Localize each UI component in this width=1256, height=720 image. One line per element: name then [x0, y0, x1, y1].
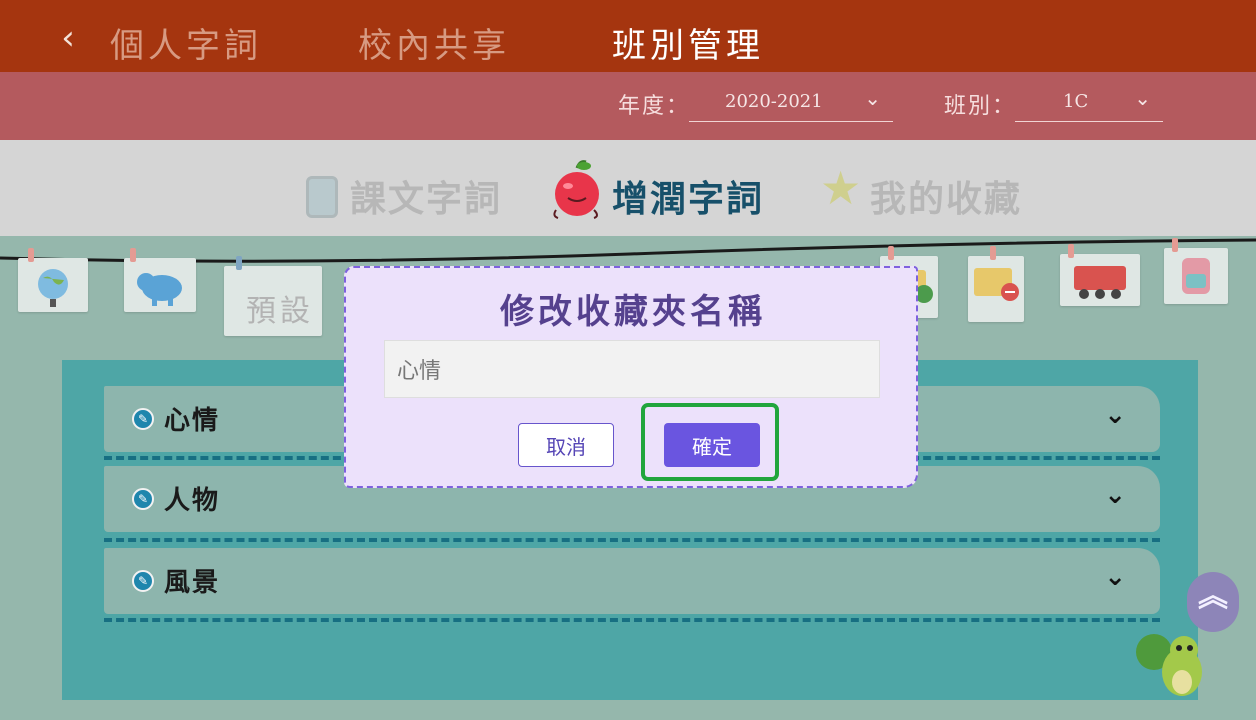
divider: [104, 618, 1160, 622]
category-band: 課文字詞 增潤字詞 ★ 我的收藏: [0, 140, 1256, 236]
backpack-card[interactable]: [1164, 238, 1228, 304]
double-chevron-up-icon[interactable]: ︽: [1187, 572, 1239, 632]
filter-band: 年度： 2020-2021 ⌄ 班別： 1C ⌄: [0, 72, 1256, 148]
year-label: 年度：: [618, 94, 691, 119]
book-icon: [306, 176, 338, 218]
folder-name: 人物: [164, 486, 221, 516]
folder-remove-card[interactable]: [968, 246, 1024, 322]
globe-card[interactable]: [18, 248, 88, 312]
edit-icon[interactable]: ✎: [132, 488, 154, 510]
train-card[interactable]: [1060, 244, 1140, 306]
folder-name: 風景: [164, 568, 221, 598]
edit-icon[interactable]: ✎: [132, 570, 154, 592]
class-value: 1C: [1063, 91, 1089, 112]
chevron-down-icon: ⌄: [864, 86, 881, 110]
category-enrichment-words[interactable]: 增潤字詞: [612, 170, 764, 220]
elephant-icon: [137, 273, 182, 306]
squirrel-mascot-icon: [1136, 634, 1202, 696]
confirm-button-highlight: [641, 403, 779, 481]
top-nav: ‹ 個人字詞 校內共享 班別管理: [0, 0, 1256, 72]
backpack-icon: [1182, 258, 1210, 294]
chevron-down-icon[interactable]: ⌄: [1104, 400, 1126, 430]
rename-folder-dialog: 修改收藏夾名稱 取消 確定: [344, 266, 918, 488]
star-icon: ★: [820, 161, 862, 215]
dialog-title: 修改收藏夾名稱: [500, 292, 766, 332]
edit-icon[interactable]: ✎: [132, 408, 154, 430]
chevron-left-icon[interactable]: ‹: [56, 20, 80, 56]
chevron-down-icon[interactable]: ⌄: [1104, 562, 1126, 592]
cancel-button[interactable]: 取消: [518, 423, 614, 467]
apple-icon: [553, 160, 599, 219]
category-textbook-words[interactable]: 課文字詞: [350, 170, 502, 220]
year-value: 2020-2021: [725, 91, 823, 112]
elephant-card[interactable]: [124, 248, 196, 312]
folder-remove-icon: [974, 268, 1019, 301]
chevron-down-icon: ⌄: [1134, 86, 1151, 110]
class-select[interactable]: 1C ⌄: [1015, 86, 1163, 122]
folder-name: 心情: [164, 406, 221, 436]
train-icon: [1074, 266, 1126, 299]
divider: [104, 538, 1160, 542]
year-select[interactable]: 2020-2021 ⌄: [689, 86, 893, 122]
chevron-down-icon[interactable]: ⌄: [1104, 480, 1126, 510]
folder-row[interactable]: ✎ 風景 ⌄: [104, 548, 1160, 614]
preset-card-label: 預設: [246, 294, 314, 329]
category-my-favorites[interactable]: 我的收藏: [870, 170, 1022, 220]
globe-icon: [38, 269, 68, 307]
folder-name-input[interactable]: [384, 340, 880, 398]
tab-school-shared[interactable]: 校內共享: [358, 18, 510, 66]
tab-class-management[interactable]: 班別管理: [612, 18, 764, 66]
class-label: 班別：: [944, 94, 1017, 119]
tab-personal-words[interactable]: 個人字詞: [110, 18, 262, 66]
